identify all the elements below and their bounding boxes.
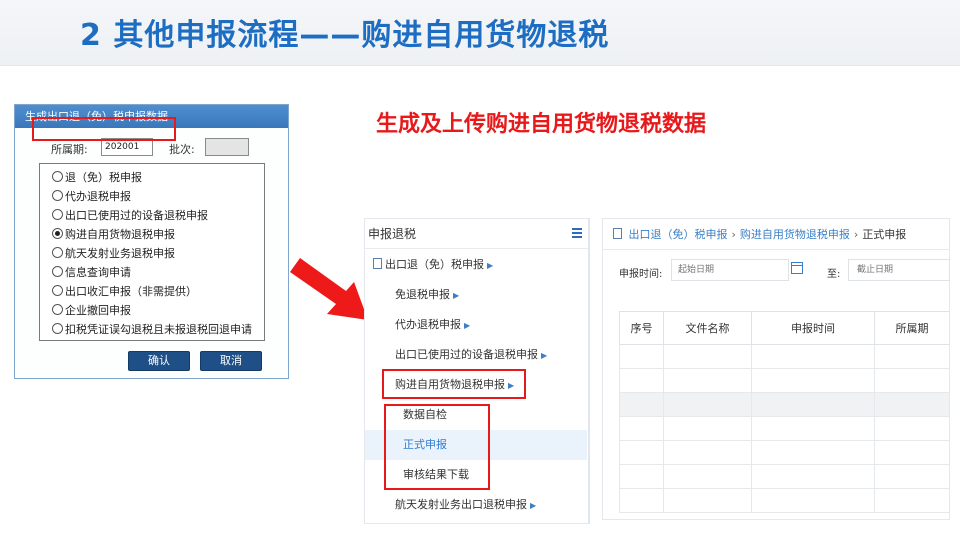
- table-row[interactable]: [619, 368, 949, 393]
- option-agent-refund[interactable]: 代办退税申报: [40, 186, 264, 205]
- breadcrumb-link-purchased[interactable]: 购进自用货物退税申报: [740, 228, 850, 241]
- cancel-button[interactable]: 取消: [200, 351, 262, 371]
- nav-item-label: 出口已使用过的设备退税申报: [395, 348, 538, 361]
- caret-right-icon: ▶: [530, 501, 537, 510]
- option-tax-refund[interactable]: 退（免）税申报: [40, 167, 264, 186]
- nav-item-data-self-check[interactable]: 数据自检: [365, 400, 587, 430]
- nav-item-label: 购进自用货物退税申报: [395, 378, 505, 391]
- radio-icon: [52, 209, 63, 220]
- nav-item-label: 审核结果下载: [403, 468, 469, 481]
- breadcrumb-link-export[interactable]: 出口退（免）税申报: [629, 228, 728, 241]
- column-header: 所属期: [874, 311, 949, 345]
- option-label: 扣税凭证误勾退税且未报退税回退申请: [65, 322, 252, 336]
- caret-right-icon: ▶: [508, 381, 515, 390]
- to-label: 至:: [827, 269, 841, 280]
- option-label: 代办退税申报: [65, 189, 131, 203]
- caret-right-icon: ▶: [541, 351, 548, 360]
- nav-item-label: 航天发射业务出口退税申报: [395, 498, 527, 511]
- column-header: 文件名称: [663, 311, 752, 345]
- table-row[interactable]: [619, 416, 949, 441]
- option-purchased-goods[interactable]: 购进自用货物退税申报: [40, 224, 264, 243]
- nav-item-used-equipment[interactable]: 出口已使用过的设备退税申报 ▶: [365, 340, 587, 370]
- option-label: 信息查询申请: [65, 265, 131, 279]
- declare-time-label: 申报时间:: [619, 269, 663, 280]
- option-withdraw[interactable]: 企业撤回申报: [40, 300, 264, 319]
- radio-icon: [52, 171, 63, 182]
- nav-header: 申报退税: [365, 219, 588, 249]
- option-label: 企业撤回申报: [65, 303, 131, 317]
- end-date-input[interactable]: [848, 259, 950, 281]
- nav-item-export-refund[interactable]: 出口退（免）税申报 ▶: [365, 250, 587, 280]
- table-row[interactable]: [619, 392, 949, 417]
- option-info-query[interactable]: 信息查询申请: [40, 262, 264, 281]
- table-row[interactable]: [619, 344, 949, 369]
- menu-icon[interactable]: [572, 228, 582, 238]
- nav-item-label: 代办退税申报: [395, 318, 461, 331]
- batch-label: 批次:: [169, 143, 195, 156]
- breadcrumb-current: 正式申报: [862, 228, 907, 241]
- slide: 2 其他申报流程——购进自用货物退税 生成及上传购进自用货物退税数据 生成出口退…: [0, 0, 960, 540]
- document-icon: [613, 228, 622, 239]
- dialog-title: 生成出口退（免）税申报数据: [15, 105, 288, 128]
- nav-item-purchased-goods[interactable]: 购进自用货物退税申报 ▶: [365, 370, 587, 400]
- option-aerospace[interactable]: 航天发射业务退税申报: [40, 243, 264, 262]
- radio-icon: [52, 323, 63, 334]
- nav-item-review-download[interactable]: 审核结果下载: [365, 460, 587, 490]
- radio-icon: [52, 266, 63, 277]
- section-subtitle: 生成及上传购进自用货物退税数据: [376, 112, 707, 137]
- date-filter-row: 申报时间: 至:: [603, 259, 950, 283]
- declaration-table: 序号 文件名称 申报时间 所属期: [619, 311, 949, 521]
- nav-item-exempt-refund[interactable]: 免退税申报 ▶: [365, 280, 587, 310]
- caret-right-icon: ▶: [487, 261, 494, 270]
- dialog-period-row: 所属期: 批次:: [15, 138, 288, 158]
- nav-item-label: 数据自检: [403, 408, 447, 421]
- nav-item-aerospace[interactable]: 航天发射业务出口退税申报 ▶: [365, 490, 587, 520]
- option-rollback[interactable]: 扣税凭证误勾退税且未报退税回退申请: [40, 319, 264, 338]
- start-date-input[interactable]: [671, 259, 789, 281]
- column-header: 申报时间: [751, 311, 875, 345]
- option-label: 退（免）税申报: [65, 170, 142, 184]
- period-input[interactable]: [101, 138, 153, 156]
- formal-declaration-panel: 出口退（免）税申报›购进自用货物退税申报›正式申报 申报时间: 至: 序号 文件…: [602, 218, 950, 520]
- nav-item-agent-refund[interactable]: 代办退税申报 ▶: [365, 310, 587, 340]
- nav-item-label: 正式申报: [403, 438, 447, 451]
- declaration-type-options: 退（免）税申报 代办退税申报 出口已使用过的设备退税申报 购进自用货物退税申报 …: [39, 163, 265, 341]
- option-label: 出口收汇申报（非需提供）: [65, 284, 197, 298]
- nav-item-label: 免退税申报: [395, 288, 450, 301]
- option-label: 航天发射业务退税申报: [65, 246, 175, 260]
- document-icon: [373, 258, 382, 269]
- caret-right-icon: ▶: [453, 291, 460, 300]
- divider: [603, 249, 949, 250]
- caret-right-icon: ▶: [464, 321, 471, 330]
- period-label: 所属期:: [51, 143, 88, 156]
- option-label: 出口已使用过的设备退税申报: [65, 208, 208, 222]
- table-header: 序号 文件名称 申报时间 所属期: [619, 311, 949, 345]
- radio-icon: [52, 247, 63, 258]
- batch-input: [205, 138, 249, 156]
- calendar-icon[interactable]: [791, 262, 803, 274]
- confirm-button[interactable]: 确认: [128, 351, 190, 371]
- radio-icon: [52, 304, 63, 315]
- generate-declaration-dialog: 生成出口退（免）税申报数据 所属期: 批次: 退（免）税申报 代办退税申报 出口…: [14, 104, 289, 379]
- radio-selected-icon: [52, 228, 63, 239]
- table-row[interactable]: [619, 464, 949, 489]
- nav-item-formal-declaration[interactable]: 正式申报: [365, 430, 587, 460]
- breadcrumb-separator: ›: [853, 228, 859, 241]
- option-foreign-exchange[interactable]: 出口收汇申报（非需提供）: [40, 281, 264, 300]
- option-label: 购进自用货物退税申报: [65, 227, 175, 241]
- column-header: 序号: [619, 311, 664, 345]
- nav-item-label: 出口退（免）税申报: [385, 258, 484, 271]
- table-row[interactable]: [619, 440, 949, 465]
- radio-icon: [52, 190, 63, 201]
- radio-icon: [52, 285, 63, 296]
- breadcrumb-separator: ›: [731, 228, 736, 241]
- page-title: 2 其他申报流程——购进自用货物退税: [80, 18, 610, 53]
- table-row[interactable]: [619, 488, 949, 513]
- nav-header-label: 申报退税: [368, 227, 417, 241]
- option-used-equipment[interactable]: 出口已使用过的设备退税申报: [40, 205, 264, 224]
- refund-nav-panel: 申报退税 出口退（免）税申报 ▶ 免退税申报 ▶ 代办退税申报 ▶ 出口已使用过的设备…: [364, 218, 590, 524]
- breadcrumb: 出口退（免）税申报 › 购进自用货物退税申报 › 正式申报: [613, 226, 906, 242]
